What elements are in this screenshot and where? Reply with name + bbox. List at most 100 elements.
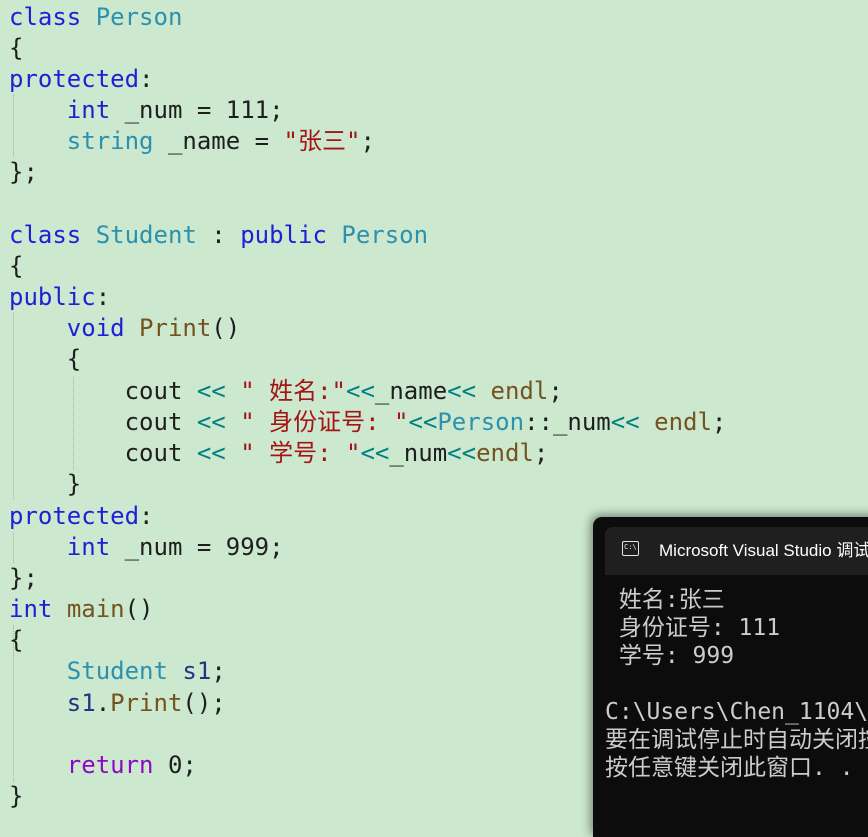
console-output-line: 姓名:张三 — [605, 587, 725, 613]
code-token: public — [9, 283, 96, 311]
code-token: _num = 111; — [110, 96, 284, 124]
code-line[interactable]: class Person — [9, 2, 182, 33]
code-token: << — [196, 408, 226, 436]
code-token: : — [196, 221, 241, 249]
console-app-icon: C:\ — [622, 541, 639, 556]
code-line[interactable]: protected: — [9, 501, 154, 532]
code-token: _name = — [153, 127, 284, 155]
code-token: Person — [95, 3, 183, 31]
code-token: s1 — [182, 657, 212, 685]
code-token: string — [66, 127, 154, 155]
code-line[interactable]: s1.Print(); — [9, 688, 226, 719]
code-token: int — [9, 595, 53, 623]
code-token: }; — [9, 564, 38, 592]
code-token: << — [447, 439, 477, 467]
code-token: protected — [9, 65, 140, 93]
code-token: int — [66, 96, 111, 124]
code-token: ; — [533, 439, 549, 467]
code-line[interactable]: public: — [9, 282, 110, 313]
debug-console-window[interactable]: C:\ Microsoft Visual Studio 调试控制台 姓名:张三 … — [593, 517, 868, 837]
code-token: (); — [182, 689, 226, 717]
code-line[interactable]: }; — [9, 563, 38, 594]
code-line[interactable]: return 0; — [9, 750, 197, 781]
console-output-line: 要在调试停止时自动关闭控制台 — [605, 727, 868, 753]
code-token: () — [124, 595, 154, 623]
code-token: _name — [374, 377, 448, 405]
code-line[interactable]: Student s1; — [9, 656, 226, 687]
code-token: { — [9, 345, 82, 373]
code-token: " 身份证号: " — [240, 408, 409, 436]
code-token: return — [66, 751, 154, 779]
code-token: cout — [9, 408, 197, 436]
code-line[interactable]: cout << " 学号: "<<_num<<endl; — [9, 438, 549, 469]
code-line[interactable]: { — [9, 251, 23, 282]
code-line[interactable]: int main() — [9, 594, 154, 625]
code-token: : — [95, 283, 111, 311]
code-token: endl — [476, 439, 534, 467]
code-token: class — [9, 221, 82, 249]
code-line[interactable]: int _num = 111; — [9, 95, 284, 126]
code-token: "张三" — [283, 127, 361, 155]
code-line[interactable]: protected: — [9, 64, 154, 95]
code-token: << — [610, 408, 640, 436]
code-token: class — [9, 3, 82, 31]
code-token: } — [9, 470, 82, 498]
code-token: () — [211, 314, 241, 342]
code-token: { — [9, 252, 24, 280]
code-token: << — [408, 408, 438, 436]
code-token: Person — [437, 408, 525, 436]
code-token: : — [139, 502, 154, 530]
code-line[interactable]: } — [9, 469, 81, 500]
code-token: ; — [711, 408, 727, 436]
code-token: cout — [9, 377, 197, 405]
code-line[interactable]: cout << " 身份证号: "<<Person::_num<< endl; — [9, 407, 727, 438]
code-line[interactable]: class Student : public Person — [9, 220, 428, 251]
code-token: }; — [9, 158, 38, 186]
console-output-line: 按任意键关闭此窗口. . . — [605, 755, 868, 781]
code-token: : — [139, 65, 154, 93]
code-token: } — [9, 782, 24, 810]
code-line[interactable]: int _num = 999; — [9, 532, 284, 563]
code-token: << — [196, 377, 226, 405]
code-line[interactable]: cout << " 姓名:"<<_name<< endl; — [9, 376, 563, 407]
code-token: " 学号: " — [240, 439, 361, 467]
code-token: ; — [211, 657, 226, 685]
code-token: public — [240, 221, 327, 249]
code-line[interactable]: }; — [9, 157, 38, 188]
code-line[interactable]: void Print() — [9, 313, 240, 344]
code-token: ; — [360, 127, 375, 155]
code-token: int — [66, 533, 111, 561]
console-icon-glyph: C:\ — [624, 543, 637, 551]
code-line[interactable]: { — [9, 625, 23, 656]
code-token: _num = 999; — [110, 533, 284, 561]
console-title: Microsoft Visual Studio 调试控制台 — [659, 541, 868, 560]
code-token: . — [95, 689, 111, 717]
code-token: " 姓名:" — [240, 377, 346, 405]
code-token: Student — [66, 657, 168, 685]
code-token: << — [447, 377, 477, 405]
console-output-line: 身份证号: 111 — [605, 615, 781, 641]
code-token: protected — [9, 502, 140, 530]
code-line[interactable]: { — [9, 33, 23, 64]
code-token: { — [9, 34, 24, 62]
code-line[interactable]: } — [9, 781, 23, 812]
code-token: Print — [139, 314, 212, 342]
code-line[interactable]: string _name = "张三"; — [9, 126, 375, 157]
code-line[interactable]: { — [9, 344, 81, 375]
console-output-line: C:\Users\Chen_1104\ — [605, 699, 868, 725]
console-title-bar[interactable]: C:\ Microsoft Visual Studio 调试控制台 — [605, 527, 868, 575]
